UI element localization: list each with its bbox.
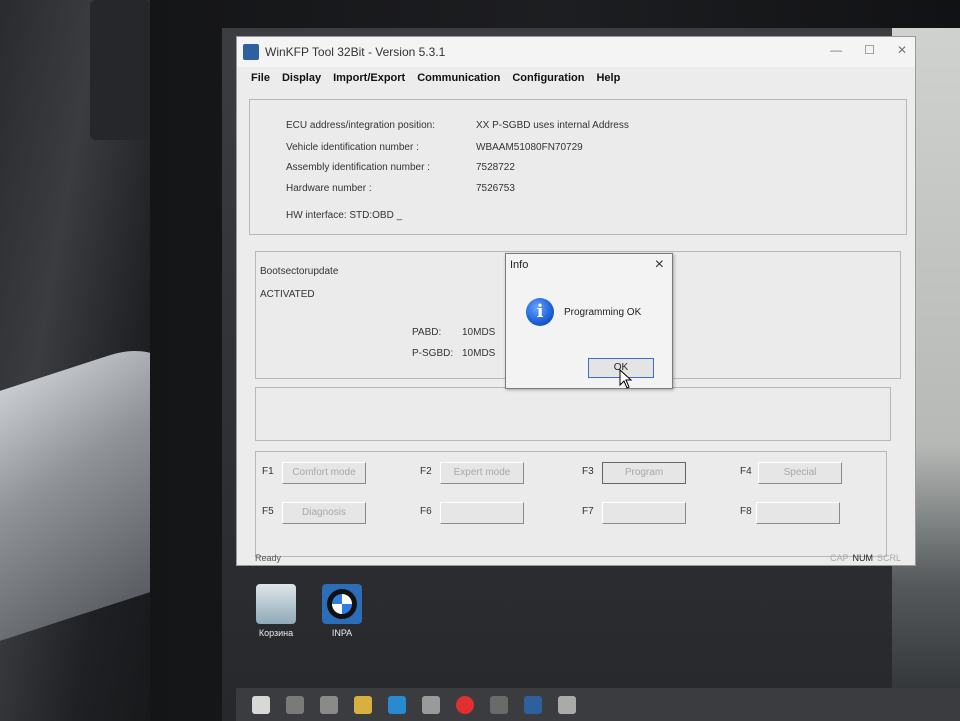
close-icon[interactable]: ✕ <box>897 43 907 57</box>
vin-value: WBAAM51080FN70729 <box>476 142 583 153</box>
f8-button[interactable] <box>756 502 840 524</box>
menu-bar: File Display Import/Export Communication… <box>237 67 915 89</box>
ecu-info-panel: ECU address/integration position: XX P-S… <box>249 99 907 235</box>
message-panel <box>255 387 891 441</box>
mail-icon[interactable] <box>422 695 440 714</box>
activated-label: ACTIVATED <box>260 289 315 300</box>
menu-import-export[interactable]: Import/Export <box>333 72 405 84</box>
bmw-icon <box>322 584 362 624</box>
window-titlebar[interactable]: WinKFP Tool 32Bit - Version 5.3.1 — ☐ ✕ <box>237 37 915 67</box>
pabd-value: 10MDS <box>462 327 496 338</box>
fkey-label-f8: F8 <box>740 506 752 517</box>
info-dialog: Info × i Programming OK OK <box>505 253 673 389</box>
winkfp-task-icon[interactable] <box>524 695 542 714</box>
inpa-label: INPA <box>331 628 353 638</box>
menu-file[interactable]: File <box>251 72 270 84</box>
program-button[interactable]: Program <box>602 462 686 484</box>
notes-icon[interactable] <box>558 695 576 714</box>
recycle-bin-label: Корзина <box>258 628 294 638</box>
window-title: WinKFP Tool 32Bit - Version 5.3.1 <box>265 45 446 59</box>
bootsector-label: Bootsectorupdate <box>260 266 339 277</box>
taskbar <box>236 688 960 721</box>
pabd-label: PABD: <box>412 327 442 338</box>
ecu-address-value: XX P-SGBD uses internal Address <box>476 120 629 131</box>
fkey-label-f3: F3 <box>582 466 594 477</box>
close-icon[interactable]: × <box>655 256 664 274</box>
folder-icon[interactable] <box>354 695 372 714</box>
scrl-indicator: SCRL <box>876 553 901 563</box>
recycle-bin-icon <box>256 584 296 624</box>
menu-display[interactable]: Display <box>282 72 321 84</box>
fkey-label-f6: F6 <box>420 506 432 517</box>
num-indicator: NUM <box>852 553 873 563</box>
window-controls: — ☐ ✕ <box>830 43 907 57</box>
info-icon: i <box>526 298 554 326</box>
status-text: Ready <box>255 553 282 563</box>
f6-button[interactable] <box>440 502 524 524</box>
car-control-buttons <box>90 0 150 140</box>
edge-icon[interactable] <box>388 695 406 714</box>
hardware-value: 7526753 <box>476 183 515 194</box>
diagnosis-button[interactable]: Diagnosis <box>282 502 366 524</box>
mouse-cursor-icon <box>619 369 633 389</box>
menu-configuration[interactable]: Configuration <box>512 72 584 84</box>
search-icon[interactable] <box>286 695 304 714</box>
maximize-icon[interactable]: ☐ <box>864 43 875 57</box>
menu-help[interactable]: Help <box>596 72 620 84</box>
keyboard-indicators: CAP NUM SCRL <box>830 551 901 565</box>
fkey-label-f1: F1 <box>262 466 274 477</box>
dialog-title: Info <box>510 259 529 271</box>
fkey-label-f4: F4 <box>740 466 752 477</box>
store-icon[interactable] <box>320 695 338 714</box>
cap-indicator: CAP <box>829 553 849 563</box>
inpa-shortcut[interactable]: INPA <box>312 584 372 638</box>
psgbd-value: 10MDS <box>462 348 496 359</box>
recycle-bin-shortcut[interactable]: Корзина <box>246 584 306 638</box>
assembly-label: Assembly identification number : <box>286 162 430 173</box>
fkey-label-f7: F7 <box>582 506 594 517</box>
hw-interface: HW interface: STD:OBD _ <box>286 210 403 221</box>
yandex-icon[interactable] <box>456 695 474 714</box>
app-icon[interactable] <box>490 695 508 714</box>
function-keys-panel: F1 Comfort mode F2 Expert mode F3 Progra… <box>255 451 887 557</box>
laptop-screen: WinKFP Tool 32Bit - Version 5.3.1 — ☐ ✕ … <box>222 28 960 721</box>
fkey-label-f2: F2 <box>420 466 432 477</box>
menu-communication[interactable]: Communication <box>417 72 500 84</box>
special-button[interactable]: Special <box>758 462 842 484</box>
psgbd-label: P-SGBD: <box>412 348 454 359</box>
f7-button[interactable] <box>602 502 686 524</box>
winkfp-window: WinKFP Tool 32Bit - Version 5.3.1 — ☐ ✕ … <box>236 36 916 566</box>
expert-mode-button[interactable]: Expert mode <box>440 462 524 484</box>
minimize-icon[interactable]: — <box>830 43 842 57</box>
dialog-message: Programming OK <box>564 307 642 318</box>
hardware-label: Hardware number : <box>286 183 372 194</box>
vin-label: Vehicle identification number : <box>286 142 419 153</box>
fkey-label-f5: F5 <box>262 506 274 517</box>
start-icon[interactable] <box>252 695 270 714</box>
assembly-value: 7528722 <box>476 162 515 173</box>
ecu-address-label: ECU address/integration position: <box>286 120 435 131</box>
status-bar: Ready CAP NUM SCRL <box>237 551 915 565</box>
app-icon <box>243 44 259 60</box>
comfort-mode-button[interactable]: Comfort mode <box>282 462 366 484</box>
